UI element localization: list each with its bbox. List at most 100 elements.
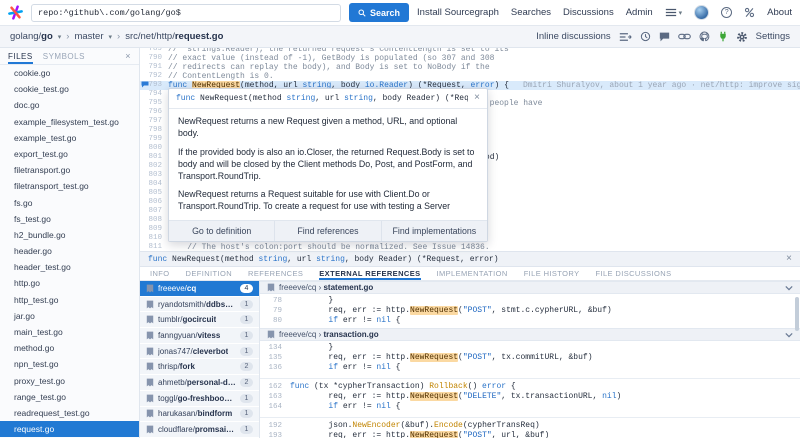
file-item[interactable]: main_test.go [0, 324, 139, 340]
line-number[interactable]: 162 [260, 382, 290, 392]
main-menu-button[interactable]: ▾ [665, 8, 682, 17]
file-item[interactable]: filetransport_test.go [0, 178, 139, 194]
reference-group-header[interactable]: freeeve/cq › statement.go [260, 281, 800, 294]
repo-list-item[interactable]: cloudflare/promsai… 1 [140, 422, 259, 438]
search-input[interactable] [38, 7, 334, 18]
inline-discussions-toggle-icon[interactable] [619, 32, 632, 42]
comment-icon[interactable] [659, 32, 670, 42]
gear-icon[interactable] [736, 31, 748, 43]
help-icon[interactable]: ? [721, 7, 733, 18]
file-item[interactable]: header.go [0, 243, 139, 259]
line-number[interactable]: 163 [260, 392, 290, 402]
find-references-button[interactable]: Find references [274, 221, 380, 242]
shortcuts-icon[interactable] [744, 7, 755, 18]
tab-info[interactable]: INFO [150, 267, 170, 280]
file-item[interactable]: filetransport.go [0, 162, 139, 178]
tab-file-discussions[interactable]: FILE DISCUSSIONS [595, 267, 671, 280]
search-button[interactable]: Search [349, 3, 410, 22]
line-number[interactable]: 806 [140, 198, 168, 207]
file-item[interactable]: doc.go [0, 97, 139, 113]
reference-line[interactable]: 134 } [260, 343, 800, 353]
line-number[interactable]: 192 [260, 421, 290, 431]
file-item[interactable]: npn_test.go [0, 356, 139, 372]
sourcegraph-logo-icon[interactable] [8, 5, 23, 20]
line-number[interactable]: 80 [260, 316, 290, 326]
file-item[interactable]: proxy_test.go [0, 373, 139, 389]
nav-link-admin[interactable]: Admin [626, 7, 653, 18]
line-number[interactable]: 790 [140, 54, 168, 63]
file-item[interactable]: fs_test.go [0, 211, 139, 227]
avatar[interactable] [694, 5, 710, 20]
link-icon[interactable] [677, 32, 691, 41]
find-implementations-button[interactable]: Find implementations [380, 221, 487, 242]
tab-external-references[interactable]: EXTERNAL REFERENCES [319, 267, 420, 280]
breadcrumb-repo[interactable]: golang/go [10, 31, 53, 42]
reference-line[interactable]: 80 if err != nil { [260, 316, 800, 326]
line-number[interactable]: 79 [260, 306, 290, 316]
file-item[interactable]: request.go [0, 421, 139, 438]
line-number[interactable]: 801 [140, 153, 168, 162]
repo-list-item[interactable]: toggl/go-freshboo… 1 [140, 390, 259, 407]
line-number[interactable]: 134 [260, 343, 290, 353]
nav-link-install-sourcegraph[interactable]: Install Sourcegraph [417, 7, 499, 18]
breadcrumb-file-path[interactable]: src/net/http/request.go [125, 31, 223, 42]
repo-list-item[interactable]: tumblr/gocircuit 1 [140, 312, 259, 329]
line-number[interactable]: 802 [140, 162, 168, 171]
file-item[interactable]: fs.go [0, 195, 139, 211]
line-number[interactable]: 811 [140, 243, 168, 251]
sidebar-close-icon[interactable]: × [125, 48, 131, 64]
repo-list-item[interactable]: freeeve/cq 4 [140, 281, 259, 297]
line-number[interactable]: 795 [140, 99, 168, 108]
repo-list-item[interactable]: ahmetb/personal-d… 2 [140, 375, 259, 391]
file-item[interactable]: cookie_test.go [0, 81, 139, 97]
line-number[interactable]: 805 [140, 189, 168, 198]
line-number[interactable]: 808 [140, 216, 168, 225]
repo-list-item[interactable]: harukasan/bindform 1 [140, 406, 259, 423]
file-item[interactable]: readrequest_test.go [0, 405, 139, 421]
code-line[interactable]: 811 // The host's colon:port should be n… [140, 243, 800, 251]
line-number[interactable]: 136 [260, 363, 290, 373]
file-item[interactable]: example_test.go [0, 130, 139, 146]
github-icon[interactable] [699, 31, 710, 42]
tab-implementation[interactable]: IMPLEMENTATION [437, 267, 508, 280]
nav-link-about[interactable]: About [767, 7, 792, 18]
line-number[interactable]: 78 [260, 296, 290, 306]
tab-file-history[interactable]: FILE HISTORY [524, 267, 580, 280]
line-number[interactable]: 807 [140, 207, 168, 216]
line-number[interactable]: 809 [140, 225, 168, 234]
file-item[interactable]: h2_bundle.go [0, 227, 139, 243]
line-number[interactable]: 799 [140, 135, 168, 144]
repo-list-item[interactable]: ryandotsmith/ddbs… 1 [140, 296, 259, 313]
reference-group-header[interactable]: freeeve/cq › transaction.go [260, 328, 800, 341]
chevron-down-icon[interactable] [785, 285, 793, 291]
nav-link-searches[interactable]: Searches [511, 7, 551, 18]
line-number[interactable]: 791 [140, 63, 168, 72]
repo-list-item[interactable]: fanngyuan/vitess 1 [140, 328, 259, 344]
reference-line[interactable]: 136 if err != nil { [260, 363, 800, 373]
comment-bubble-icon[interactable] [141, 81, 149, 88]
file-item[interactable]: header_test.go [0, 259, 139, 275]
code-line[interactable]: 790// exact value (instead of -1), GetBo… [140, 54, 800, 63]
line-number[interactable]: 164 [260, 402, 290, 412]
line-number[interactable]: 793 [140, 81, 168, 90]
line-number[interactable]: 794 [140, 90, 168, 99]
reference-line[interactable]: 192 json.NewEncoder(&buf).Encode(cypherT… [260, 421, 800, 431]
rev-caret-icon[interactable]: ▾ [109, 33, 113, 41]
reference-line[interactable]: 163 req, err := http.NewRequest("DELETE"… [260, 392, 800, 402]
tab-symbols[interactable]: SYMBOLS [43, 48, 85, 64]
reference-line[interactable]: 78 } [260, 296, 800, 306]
reference-line[interactable]: 135 req, err := http.NewRequest("POST", … [260, 353, 800, 363]
file-item[interactable]: http_test.go [0, 292, 139, 308]
tab-definition[interactable]: DEFINITION [186, 267, 233, 280]
repo-list-item[interactable]: thrisp/fork 2 [140, 359, 259, 376]
file-item[interactable]: cookie.go [0, 65, 139, 81]
line-number[interactable]: 800 [140, 144, 168, 153]
scrollbar-thumb[interactable] [795, 297, 799, 331]
tab-references[interactable]: REFERENCES [248, 267, 303, 280]
reference-line[interactable]: 193 req, err := http.NewRequest("POST", … [260, 431, 800, 438]
line-number[interactable]: 792 [140, 72, 168, 81]
file-item[interactable]: jar.go [0, 308, 139, 324]
repo-list-item[interactable]: jonas747/cleverbot 1 [140, 343, 259, 360]
file-item[interactable]: example_filesystem_test.go [0, 114, 139, 130]
line-number[interactable]: 797 [140, 117, 168, 126]
